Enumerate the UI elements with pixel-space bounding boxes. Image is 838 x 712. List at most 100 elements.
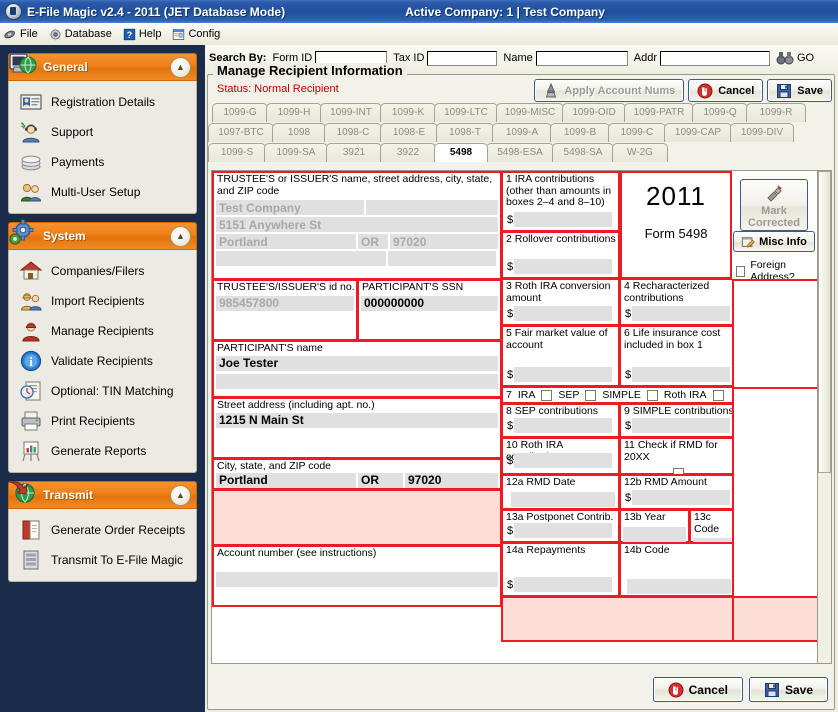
trustee-zip-field[interactable] xyxy=(390,234,498,249)
sidebar-item-support[interactable]: Support xyxy=(9,117,196,147)
trustee-name2-field[interactable] xyxy=(366,200,498,215)
search-input-addr[interactable] xyxy=(660,51,770,66)
sidebar-item-generate-reports[interactable]: Generate Reports xyxy=(9,436,196,466)
misc-info-button[interactable]: Misc Info xyxy=(733,231,815,252)
search-go-button[interactable]: GO xyxy=(776,50,814,67)
tab-1099-s[interactable]: 1099-S xyxy=(208,143,266,162)
box14a-field[interactable] xyxy=(514,577,612,592)
box6-field[interactable] xyxy=(632,367,730,382)
cancel-button-bottom[interactable]: Cancel xyxy=(653,677,743,702)
tab-1099-ltc[interactable]: 1099-LTC xyxy=(434,103,498,122)
tab-1099-sa[interactable]: 1099-SA xyxy=(264,143,328,162)
tab-1099-k[interactable]: 1099-K xyxy=(380,103,436,122)
account-number-field[interactable] xyxy=(216,572,498,587)
tab-3922[interactable]: 3922 xyxy=(380,143,436,162)
box7-checkbox-sep[interactable] xyxy=(585,390,596,401)
box4-field[interactable] xyxy=(632,306,730,321)
trustee-name-field[interactable] xyxy=(216,200,364,215)
tab-3921[interactable]: 3921 xyxy=(326,143,382,162)
tab-1099-div[interactable]: 1099-DIV xyxy=(730,123,794,142)
tab-1098[interactable]: 1098 xyxy=(272,123,326,142)
box1-field[interactable] xyxy=(514,212,612,227)
sidebar-item-multi-user-setup[interactable]: Multi-User Setup xyxy=(9,177,196,207)
participant-name2-field[interactable] xyxy=(216,374,498,389)
tab-5498[interactable]: 5498 xyxy=(434,143,488,162)
box10-field[interactable] xyxy=(514,453,612,468)
tab-1098-e[interactable]: 1098-E xyxy=(380,123,438,142)
chevron-up-icon[interactable]: ▲ xyxy=(170,226,191,247)
sidebar-item-validate-recipients[interactable]: i Validate Recipients xyxy=(9,346,196,376)
tab-1098-c[interactable]: 1098-C xyxy=(324,123,382,142)
trustee-city-field[interactable] xyxy=(216,234,356,249)
menu-item-help[interactable]: ? Help xyxy=(119,24,169,44)
trustee-extra2-field[interactable] xyxy=(388,251,496,266)
tab-1099-q[interactable]: 1099-Q xyxy=(692,103,748,122)
sidebar-item-tin-matching[interactable]: Optional: TIN Matching xyxy=(9,376,196,406)
chevron-up-icon[interactable]: ▲ xyxy=(170,57,191,78)
sidebar-item-manage-recipients[interactable]: Manage Recipients xyxy=(9,316,196,346)
save-button-bottom[interactable]: Save xyxy=(749,677,828,702)
box7-checkbox-simple[interactable] xyxy=(647,390,658,401)
participant-ssn-field[interactable] xyxy=(361,296,498,311)
trustee-extra1-field[interactable] xyxy=(216,251,386,266)
tab-w-2g[interactable]: W-2G xyxy=(612,143,668,162)
form-scrollbar[interactable] xyxy=(817,170,832,664)
box12b-field[interactable] xyxy=(632,490,730,505)
tab-1099-g[interactable]: 1099-G xyxy=(212,103,268,122)
search-input-tax-id[interactable] xyxy=(427,51,497,66)
sidebar-item-payments[interactable]: Payments xyxy=(9,147,196,177)
box13b-field[interactable] xyxy=(623,527,686,542)
trustee-state-field[interactable] xyxy=(358,234,388,249)
box13a-field[interactable] xyxy=(514,523,612,538)
trustee-id-field[interactable] xyxy=(216,296,354,311)
tab-1099-int[interactable]: 1099-INT xyxy=(320,103,382,122)
sidebar-item-companies-filers[interactable]: Companies/Filers xyxy=(9,256,196,286)
tab-1099-c[interactable]: 1099-C xyxy=(608,123,666,142)
recipient-state-field[interactable] xyxy=(358,473,403,488)
search-input-name[interactable] xyxy=(536,51,628,66)
menu-item-database[interactable]: Database xyxy=(45,24,119,44)
tab-1099-b[interactable]: 1099-B xyxy=(550,123,610,142)
box7-checkbox-ira[interactable] xyxy=(541,390,552,401)
sidebar-item-registration-details[interactable]: Registration Details xyxy=(9,87,196,117)
box2-field[interactable] xyxy=(514,259,612,274)
tab-1099-a[interactable]: 1099-A xyxy=(492,123,552,142)
sidebar-group-header-transmit[interactable]: Transmit ▲ xyxy=(8,481,197,509)
sidebar-item-print-recipients[interactable]: Print Recipients xyxy=(9,406,196,436)
save-button-top[interactable]: Save xyxy=(767,79,832,102)
tab-1099-oid[interactable]: 1099-OID xyxy=(562,103,626,122)
street-address-field[interactable] xyxy=(216,413,498,428)
tab-1099-patr[interactable]: 1099-PATR xyxy=(624,103,694,122)
box3-field[interactable] xyxy=(514,306,612,321)
box7-checkbox-roth-ira[interactable] xyxy=(713,390,724,401)
participant-name-field[interactable] xyxy=(216,356,498,371)
tab-5498-esa[interactable]: 5498-ESA xyxy=(486,143,554,162)
recipient-zip-field[interactable] xyxy=(405,473,498,488)
box8-field[interactable] xyxy=(514,418,612,433)
menu-item-file[interactable]: File xyxy=(0,24,45,44)
menu-item-config[interactable]: Config xyxy=(168,24,227,44)
trustee-street-field[interactable] xyxy=(216,217,498,232)
cancel-button-top[interactable]: Cancel xyxy=(688,79,763,102)
tab-1099-h[interactable]: 1099-H xyxy=(266,103,322,122)
recipient-city-field[interactable] xyxy=(216,473,356,488)
tab-1099-r[interactable]: 1099-R xyxy=(746,103,806,122)
box12a-field[interactable] xyxy=(511,492,615,507)
tab-1097-btc[interactable]: 1097-BTC xyxy=(208,123,274,142)
mark-corrected-button[interactable]: Mark Corrected xyxy=(740,179,808,231)
tab-5498-sa[interactable]: 5498-SA xyxy=(552,143,614,162)
apply-account-nums-button[interactable]: Apply Account Nums xyxy=(534,79,684,102)
foreign-address-checkbox[interactable] xyxy=(736,266,745,277)
sidebar-group-header-general[interactable]: General ▲ xyxy=(8,53,197,81)
box5-field[interactable] xyxy=(514,367,612,382)
form-scrollbar-thumb[interactable] xyxy=(818,171,831,473)
box9-field[interactable] xyxy=(632,418,730,433)
tab-1099-cap[interactable]: 1099-CAP xyxy=(664,123,732,142)
sidebar-item-import-recipients[interactable]: Import Recipients xyxy=(9,286,196,316)
sidebar-item-generate-order-receipts[interactable]: Generate Order Receipts xyxy=(9,515,196,545)
sidebar-item-transmit-to-efile-magic[interactable]: Transmit To E-File Magic xyxy=(9,545,196,575)
sidebar-group-header-system[interactable]: System ▲ xyxy=(8,222,197,250)
box14b-field[interactable] xyxy=(627,579,731,594)
chevron-up-icon[interactable]: ▲ xyxy=(170,485,191,506)
tab-1099-misc[interactable]: 1099-MISC xyxy=(496,103,564,122)
